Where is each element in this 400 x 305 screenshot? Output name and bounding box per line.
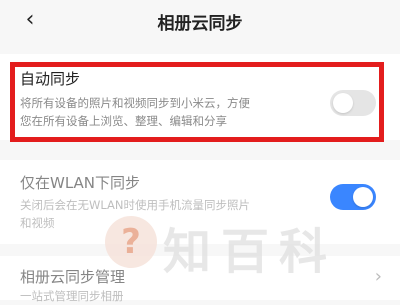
wlan-sync-title: 仅在WLAN下同步 bbox=[20, 174, 141, 192]
wlan-sync-description-line2: 和视频 bbox=[20, 216, 55, 230]
top-bar: ‹ 相册云同步 bbox=[0, 0, 400, 44]
page-title: 相册云同步 bbox=[157, 14, 243, 34]
chevron-right-icon: › bbox=[374, 266, 382, 287]
watermark: ? 知百科 bbox=[105, 208, 375, 280]
sync-manage-description: 一站式管理同步相册 bbox=[20, 289, 124, 303]
toggle-knob bbox=[353, 187, 373, 207]
watermark-logo: ? bbox=[105, 216, 157, 268]
watermark-text: 知百科 bbox=[163, 224, 338, 280]
wlan-sync-toggle[interactable] bbox=[330, 184, 376, 210]
highlight-box bbox=[10, 62, 384, 142]
